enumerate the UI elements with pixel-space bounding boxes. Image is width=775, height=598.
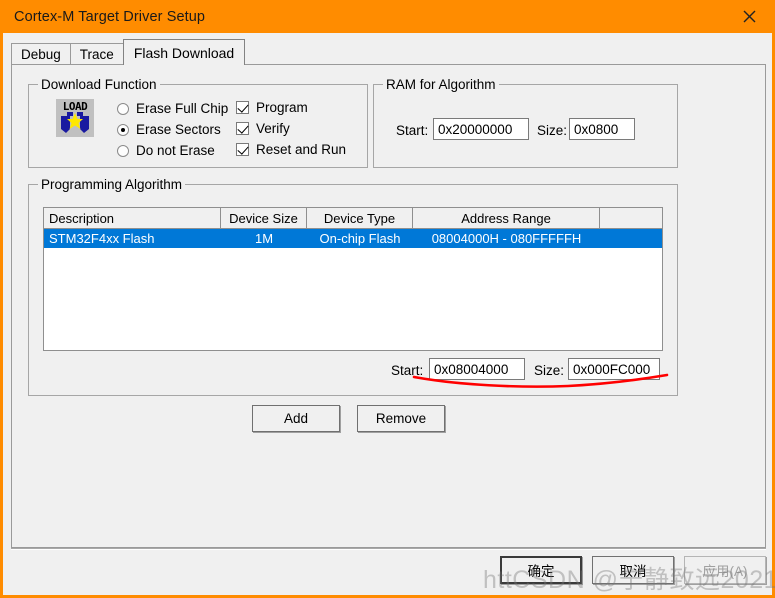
close-icon[interactable]	[726, 0, 772, 33]
cell-device-size: 1M	[254, 231, 274, 246]
window-title: Cortex-M Target Driver Setup	[14, 8, 206, 25]
load-icon: LOAD	[56, 99, 94, 137]
apply-button-label: 应用(A)	[702, 564, 748, 579]
cell-device-type: On-chip Flash	[319, 231, 401, 246]
ram-start-label: Start:	[396, 123, 429, 138]
column-header-device-size[interactable]: Device Size	[221, 208, 307, 228]
tab-strip: Debug Trace Flash Download	[11, 39, 246, 65]
algo-size-input[interactable]: 0x000FC000	[568, 358, 660, 380]
flash-download-panel: Download Function LOAD Erase Full Chip E…	[11, 64, 766, 548]
checkbox-verify-indicator[interactable]	[236, 122, 249, 135]
programming-algorithm-table[interactable]: Description Device Size Device Type Addr…	[43, 207, 663, 351]
download-function-group-title: Download Function	[38, 77, 160, 92]
programming-algorithm-group-title: Programming Algorithm	[38, 177, 186, 192]
radio-do-not-erase[interactable]: Do not Erase	[117, 143, 215, 158]
checkbox-reset-and-run-indicator[interactable]	[236, 143, 249, 156]
tab-flash-download-label: Flash Download	[133, 44, 235, 61]
radio-erase-full-chip-label: Erase Full Chip	[136, 101, 229, 116]
checkbox-program-indicator[interactable]	[236, 101, 249, 114]
radio-erase-sectors[interactable]: Erase Sectors	[117, 122, 221, 137]
cancel-button-label: 取消	[619, 564, 647, 579]
column-header-spacer[interactable]	[600, 208, 662, 228]
radio-erase-sectors-indicator[interactable]	[117, 123, 129, 136]
table-row[interactable]: STM32F4xx Flash 1M On-chip Flash 0800400…	[44, 229, 662, 248]
ram-for-algorithm-group: RAM for Algorithm Start: 0x20000000 Size…	[373, 77, 678, 168]
column-header-device-type[interactable]: Device Type	[307, 208, 413, 228]
tab-trace-label: Trace	[79, 47, 114, 62]
ram-size-label: Size:	[537, 123, 568, 138]
apply-button[interactable]: 应用(A)	[684, 556, 766, 584]
checkbox-reset-and-run-label: Reset and Run	[256, 142, 347, 157]
checkbox-verify[interactable]: Verify	[236, 121, 290, 136]
algo-start-input[interactable]: 0x08004000	[429, 358, 525, 380]
title-bar: Cortex-M Target Driver Setup	[3, 0, 772, 33]
checkbox-program[interactable]: Program	[236, 100, 308, 115]
download-function-group: Download Function LOAD Erase Full Chip E…	[28, 77, 368, 168]
add-button-label: Add	[283, 411, 309, 426]
target-driver-setup-window: Cortex-M Target Driver Setup Debug Trace…	[0, 0, 775, 598]
ok-button[interactable]: 确定	[500, 556, 582, 584]
remove-button[interactable]: Remove	[357, 405, 445, 432]
column-header-address-range[interactable]: Address Range	[413, 208, 600, 228]
cell-address-range: 08004000H - 080FFFFFH	[431, 231, 582, 246]
checkbox-program-label: Program	[256, 100, 308, 115]
radio-do-not-erase-indicator[interactable]	[117, 144, 129, 157]
cancel-button[interactable]: 取消	[592, 556, 674, 584]
tab-flash-download[interactable]: Flash Download	[122, 39, 246, 65]
checkbox-reset-and-run[interactable]: Reset and Run	[236, 142, 346, 157]
ram-for-algorithm-group-title: RAM for Algorithm	[383, 77, 499, 92]
radio-do-not-erase-label: Do not Erase	[136, 143, 215, 158]
ram-size-input[interactable]: 0x0800	[569, 118, 635, 140]
tab-trace[interactable]: Trace	[69, 43, 124, 65]
cell-description: STM32F4xx Flash	[49, 231, 155, 246]
ram-start-input[interactable]: 0x20000000	[433, 118, 529, 140]
tab-debug-label: Debug	[21, 47, 61, 62]
checkbox-verify-label: Verify	[256, 121, 290, 136]
ok-button-label: 确定	[527, 564, 555, 579]
remove-button-label: Remove	[375, 411, 427, 426]
radio-erase-sectors-label: Erase Sectors	[136, 122, 221, 137]
table-header-row: Description Device Size Device Type Addr…	[44, 208, 662, 229]
add-button[interactable]: Add	[252, 405, 340, 432]
bottom-separator	[11, 548, 766, 550]
algo-size-label: Size:	[534, 363, 565, 378]
column-header-description[interactable]: Description	[44, 208, 221, 228]
tab-debug[interactable]: Debug	[11, 43, 71, 65]
radio-erase-full-chip-indicator[interactable]	[117, 102, 129, 115]
programming-algorithm-group: Programming Algorithm Description Device…	[28, 177, 678, 396]
radio-erase-full-chip[interactable]: Erase Full Chip	[117, 101, 228, 116]
algo-start-label: Start:	[391, 363, 424, 378]
